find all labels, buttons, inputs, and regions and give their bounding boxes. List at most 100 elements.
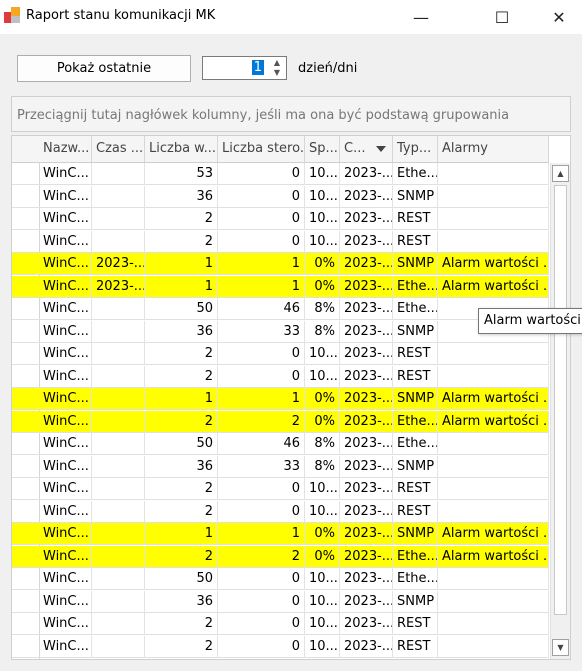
maximize-button[interactable]: ☐ — [479, 0, 525, 34]
days-value[interactable]: 1 — [251, 60, 264, 75]
table-cell[interactable]: REST — [393, 365, 438, 388]
table-cell[interactable]: WinC... — [39, 298, 92, 320]
table-cell[interactable]: 2023-... — [340, 545, 393, 568]
table-cell[interactable]: 10... — [305, 500, 340, 523]
table-cell[interactable]: SNMP — [393, 388, 438, 410]
table-cell[interactable]: Alarm wartości ... — [438, 253, 549, 275]
show-last-button[interactable]: Pokaż ostatnie — [17, 55, 191, 82]
table-cell[interactable]: 2 — [145, 343, 218, 365]
minimize-button[interactable]: — — [398, 0, 444, 34]
table-cell[interactable]: 0 — [218, 163, 305, 185]
table-row[interactable]: WinC... 36 0 10... 2023-... SNMP — [12, 590, 549, 613]
table-cell[interactable]: 0% — [305, 410, 340, 433]
table-cell[interactable]: SNMP — [393, 253, 438, 275]
table-cell[interactable]: 36 — [145, 590, 218, 613]
table-cell[interactable]: WinC... — [39, 433, 92, 455]
scroll-down-icon[interactable]: ▼ — [552, 639, 569, 656]
column-header[interactable]: Czas ... — [92, 136, 145, 162]
table-cell[interactable]: 50 — [145, 298, 218, 320]
table-cell[interactable]: WinC... — [39, 590, 92, 613]
table-cell[interactable]: 10... — [305, 365, 340, 388]
table-cell[interactable] — [92, 208, 145, 230]
table-cell[interactable]: 2023-... — [340, 590, 393, 613]
table-cell[interactable]: Ethe... — [393, 433, 438, 455]
table-cell[interactable]: 10... — [305, 163, 340, 185]
table-cell[interactable]: 2023-... — [340, 320, 393, 343]
table-cell[interactable]: 0 — [218, 613, 305, 635]
table-cell[interactable]: 1 — [218, 275, 305, 298]
table-cell[interactable]: Ethe... — [393, 163, 438, 185]
table-cell[interactable]: WinC... — [39, 478, 92, 500]
spin-down-icon[interactable]: ▼ — [270, 68, 284, 78]
table-cell[interactable] — [92, 320, 145, 343]
table-cell[interactable]: 8% — [305, 455, 340, 478]
days-spinner[interactable]: 1 ▲ ▼ — [202, 56, 287, 80]
table-cell[interactable]: Ethe... — [393, 298, 438, 320]
table-cell[interactable]: 2 — [145, 410, 218, 433]
table-cell[interactable]: Alarm wartości ... — [438, 410, 549, 433]
table-cell[interactable]: 0 — [218, 568, 305, 590]
table-cell[interactable]: 2023-... — [340, 208, 393, 230]
table-cell[interactable]: 10... — [305, 185, 340, 208]
table-cell[interactable] — [92, 500, 145, 523]
table-cell[interactable]: 10... — [305, 590, 340, 613]
table-cell[interactable]: 0 — [218, 590, 305, 613]
column-header[interactable]: Liczba w... — [145, 136, 218, 162]
table-cell[interactable]: 0 — [218, 500, 305, 523]
column-header[interactable]: Liczba stero... — [218, 136, 305, 162]
table-cell[interactable]: WinC... — [39, 253, 92, 275]
table-cell[interactable]: WinC... — [39, 410, 92, 433]
table-cell[interactable] — [438, 163, 549, 185]
table-cell[interactable]: REST — [393, 613, 438, 635]
table-cell[interactable] — [92, 365, 145, 388]
table-row[interactable]: WinC... 2 2 0% 2023-... Ethe... Alarm wartości… — [12, 545, 549, 568]
table-cell[interactable]: 2 — [145, 613, 218, 635]
table-row[interactable]: WinC... 2 0 10... 2023-... REST — [12, 500, 549, 523]
table-cell[interactable]: WinC... — [39, 523, 92, 545]
table-cell[interactable]: 2023-... — [340, 365, 393, 388]
table-cell[interactable]: 10... — [305, 208, 340, 230]
table-cell[interactable]: WinC... — [39, 613, 92, 635]
table-row[interactable]: WinC... 36 0 10... 2023-... SNMP — [12, 185, 549, 208]
table-cell[interactable]: WinC... — [39, 163, 92, 185]
table-cell[interactable]: 46 — [218, 433, 305, 455]
table-cell[interactable]: 2023-... — [340, 455, 393, 478]
table-cell[interactable]: 2023-... — [340, 523, 393, 545]
table-cell[interactable]: SNMP — [393, 320, 438, 343]
table-cell[interactable]: 2023-... — [92, 253, 145, 275]
table-cell[interactable]: 1 — [218, 388, 305, 410]
table-cell[interactable]: 1 — [145, 388, 218, 410]
table-cell[interactable]: WinC... — [39, 455, 92, 478]
table-cell[interactable]: 2023-... — [340, 568, 393, 590]
table-cell[interactable]: 2023-... — [340, 500, 393, 523]
table-cell[interactable]: 2023-... — [340, 478, 393, 500]
table-cell[interactable]: WinC... — [39, 365, 92, 388]
table-cell[interactable]: 1 — [218, 523, 305, 545]
table-cell[interactable]: 2 — [145, 230, 218, 253]
table-row[interactable]: WinC... 2023-... 1 1 0% 2023-... SNMP Alarm war… — [12, 253, 549, 275]
table-cell[interactable]: WinC... — [39, 208, 92, 230]
table-row[interactable]: WinC... 50 46 8% 2023-... Ethe... — [12, 433, 549, 455]
table-cell[interactable]: 0% — [305, 388, 340, 410]
table-cell[interactable]: 8% — [305, 433, 340, 455]
table-cell[interactable] — [92, 388, 145, 410]
table-cell[interactable] — [438, 365, 549, 388]
table-cell[interactable] — [92, 613, 145, 635]
table-cell[interactable]: SNMP — [393, 185, 438, 208]
table-cell[interactable]: REST — [393, 230, 438, 253]
column-header[interactable]: Typ... — [393, 136, 438, 162]
table-cell[interactable] — [92, 163, 145, 185]
scroll-up-icon[interactable]: ▲ — [552, 165, 569, 182]
table-cell[interactable] — [438, 433, 549, 455]
table-cell[interactable] — [438, 343, 549, 365]
table-cell[interactable] — [438, 635, 549, 658]
column-header[interactable]: Alarmy — [438, 136, 549, 162]
table-cell[interactable]: 2 — [145, 365, 218, 388]
column-header[interactable]: Sp... — [305, 136, 340, 162]
table-cell[interactable]: SNMP — [393, 590, 438, 613]
table-cell[interactable]: 10... — [305, 478, 340, 500]
table-cell[interactable]: Ethe... — [393, 410, 438, 433]
table-cell[interactable]: WinC... — [39, 500, 92, 523]
table-cell[interactable]: 2023-... — [340, 298, 393, 320]
table-cell[interactable] — [438, 500, 549, 523]
